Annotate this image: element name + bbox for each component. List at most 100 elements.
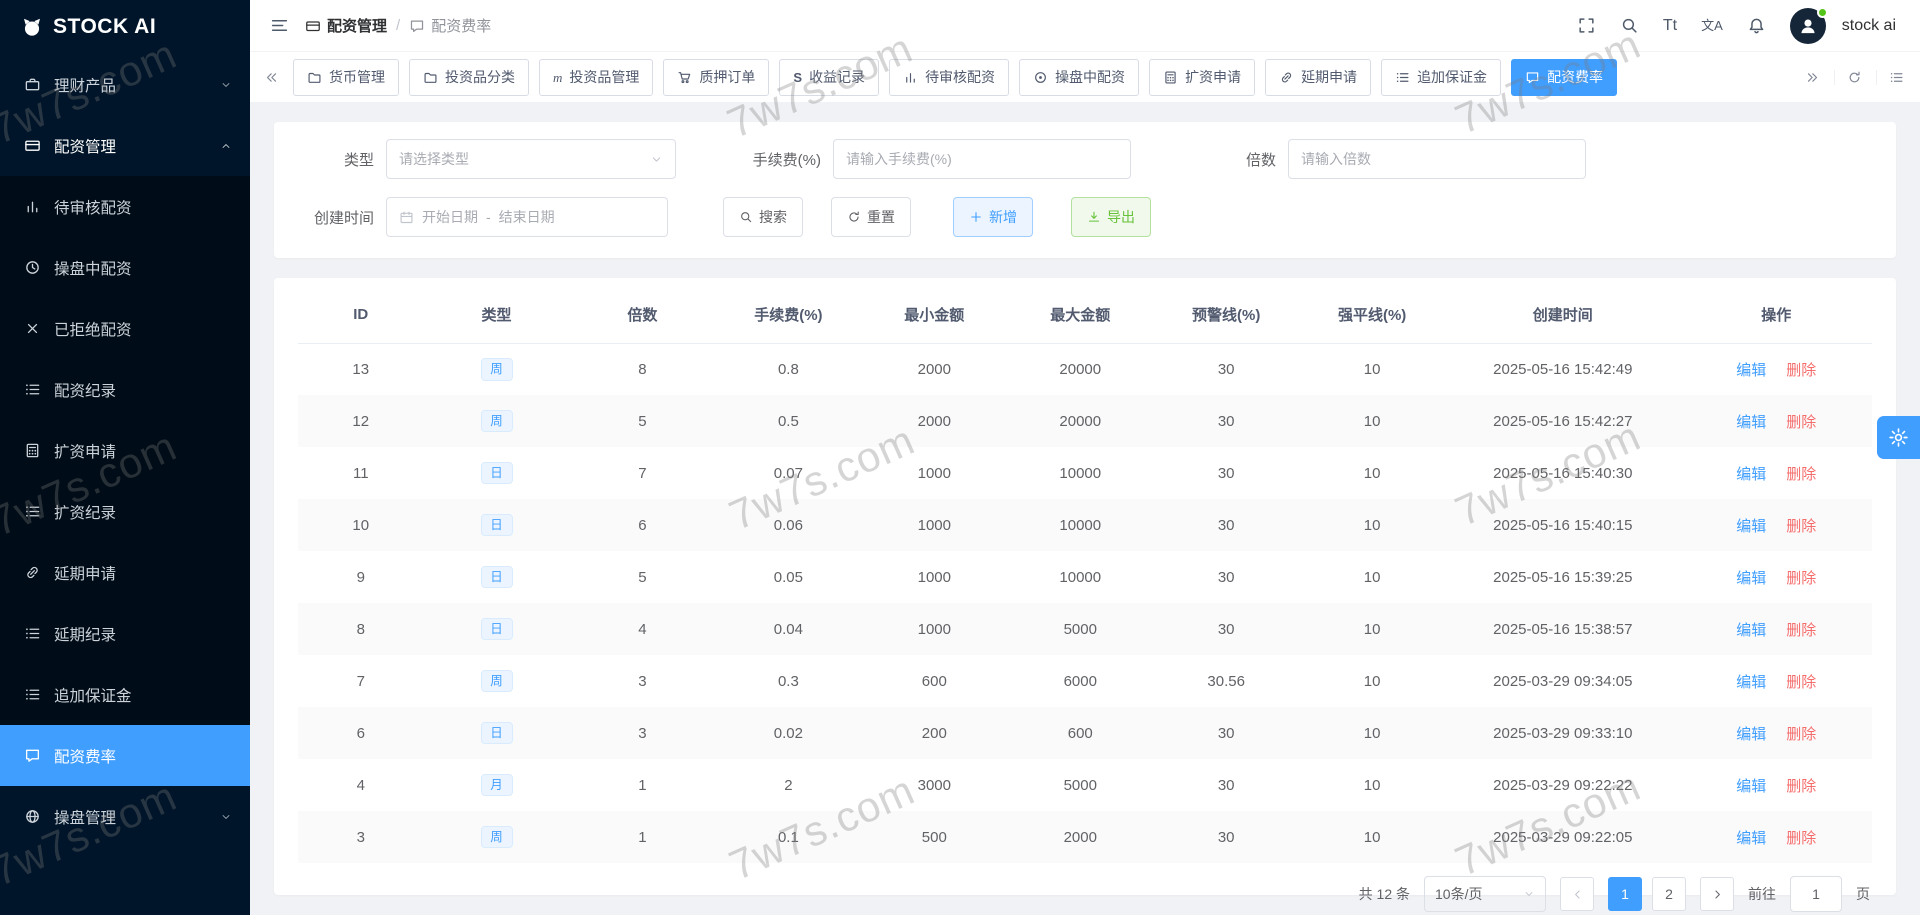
max-amount-cell: 6000 (1063, 672, 1097, 690)
actions-cell: 编辑 删除 (1680, 499, 1872, 551)
fee-input[interactable] (833, 139, 1131, 179)
reset-button-label: 重置 (867, 209, 895, 225)
delete-link[interactable]: 删除 (1786, 414, 1816, 431)
sidebar-item-allocation-management[interactable]: 配资管理 (0, 115, 250, 176)
breadcrumb-item[interactable]: 配资管理 (305, 15, 387, 36)
edit-link[interactable]: 编辑 (1736, 518, 1766, 535)
edit-link[interactable]: 编辑 (1736, 622, 1766, 639)
delete-link[interactable]: 删除 (1786, 518, 1816, 535)
actions-cell: 编辑 删除 (1680, 603, 1872, 655)
edit-link[interactable]: 编辑 (1736, 414, 1766, 431)
add-button[interactable]: 新增 (953, 197, 1033, 237)
tab-expand-application[interactable]: 扩资申请 (1149, 58, 1256, 96)
fee-cell: 0.5 (777, 412, 799, 430)
notification-button[interactable] (1747, 16, 1766, 35)
chevron-right-icon (1714, 890, 1720, 898)
sidebar-item-allocation-records[interactable]: 配资纪录 (0, 359, 250, 420)
delete-link[interactable]: 删除 (1786, 726, 1816, 743)
sidebar-item-extension-records[interactable]: 延期纪录 (0, 603, 250, 664)
translate-button[interactable]: 文A (1701, 19, 1723, 32)
close-line-cell: 10 (1363, 724, 1381, 742)
edit-link[interactable]: 编辑 (1736, 778, 1766, 795)
sidebar-item-allocation-rates[interactable]: 配资费率 (0, 725, 250, 786)
warning-line-cell: 30 (1217, 776, 1235, 794)
id-cell: 11 (352, 464, 369, 482)
breadcrumb-item[interactable]: 配资费率 (409, 15, 491, 36)
sidebar-item-rejected-allocation[interactable]: 已拒绝配资 (0, 298, 250, 359)
sidebar-item-expand-records[interactable]: 扩资纪录 (0, 481, 250, 542)
fullscreen-button[interactable] (1577, 16, 1596, 35)
tab-pending-allocation[interactable]: 待审核配资 (889, 58, 1010, 96)
close-icon (27, 323, 38, 334)
close-line-cell: 10 (1363, 828, 1381, 846)
sidebar-item-finance-products[interactable]: 理财产品 (0, 54, 250, 115)
created-time-cell: 2025-05-16 15:39:25 (1493, 568, 1633, 586)
tab-pledge-orders[interactable]: 质押订单 (663, 58, 770, 96)
search-button[interactable]: 搜索 (723, 197, 803, 237)
edit-link[interactable]: 编辑 (1736, 674, 1766, 691)
fee-cell: 0.02 (773, 724, 803, 742)
tabs-scroll-left-button[interactable] (260, 70, 283, 85)
tab-currency-management[interactable]: 货币管理 (293, 58, 399, 96)
header-search-button[interactable] (1620, 16, 1639, 35)
sidebar-item-label: 配资纪录 (54, 382, 117, 400)
goto-page-input[interactable] (1790, 876, 1842, 912)
sidebar-item-expand-application[interactable]: 扩资申请 (0, 420, 250, 481)
column-header: 类型 (423, 286, 570, 344)
delete-link[interactable]: 删除 (1786, 778, 1816, 795)
tab-label: 投资品分类 (445, 69, 515, 85)
delete-link[interactable]: 删除 (1786, 362, 1816, 379)
sidebar-item-trading-management[interactable]: 操盘管理 (0, 786, 250, 847)
edit-link[interactable]: 编辑 (1736, 726, 1766, 743)
tab-investment-category[interactable]: 投资品分类 (409, 58, 529, 96)
tabs-scroll-right-button[interactable] (1801, 70, 1824, 85)
delete-link[interactable]: 删除 (1786, 466, 1816, 483)
app-root: STOCK AI 理财产品 配资管理 待审核配资 操盘中配资 已拒绝配资 配资纪录 扩资申请… (0, 0, 1920, 915)
tabs-refresh-button[interactable] (1834, 69, 1866, 85)
tab-trading-allocation[interactable]: 操盘中配资 (1019, 58, 1140, 96)
table-panel: ID 类型 倍数 手续费(%) 最小金额 最大金额 预警线(%) 强平线(%) 创建时间 操作 1… (274, 278, 1896, 912)
delete-link[interactable]: 删除 (1786, 570, 1816, 587)
tab-label: 待审核配资 (925, 69, 996, 85)
main-area: 配资管理 / 配资费率 Tt 文A stock ai 货币管理 投资品分类 m … (250, 0, 1920, 915)
reset-button[interactable]: 重置 (831, 197, 911, 237)
sidebar-item-pending-allocation[interactable]: 待审核配资 (0, 176, 250, 237)
prev-page-button[interactable] (1560, 877, 1594, 911)
table-row: 7 周 3 0.3 600 6000 30.56 10 2025-03-29 09:34:05 编… (298, 655, 1872, 707)
tab-extension-application[interactable]: 延期申请 (1265, 58, 1372, 96)
edit-link[interactable]: 编辑 (1736, 362, 1766, 379)
tabs-menu-button[interactable] (1876, 69, 1908, 85)
multiple-input[interactable] (1288, 139, 1586, 179)
sidebar-item-extension-application[interactable]: 延期申请 (0, 542, 250, 603)
delete-link[interactable]: 删除 (1786, 674, 1816, 691)
page-button-2[interactable]: 2 (1652, 877, 1686, 911)
edit-link[interactable]: 编辑 (1736, 466, 1766, 483)
sidebar-item-margin-call[interactable]: 追加保证金 (0, 664, 250, 725)
multiple-cell: 3 (638, 724, 647, 742)
avatar[interactable] (1789, 6, 1828, 44)
page-button-1[interactable]: 1 (1608, 877, 1642, 911)
edit-link[interactable]: 编辑 (1736, 570, 1766, 587)
username[interactable]: stock ai (1842, 17, 1896, 35)
tab-label: 延期申请 (1301, 69, 1358, 85)
settings-fab[interactable] (1877, 416, 1920, 459)
id-cell: 12 (352, 412, 370, 430)
export-button[interactable]: 导出 (1071, 197, 1151, 237)
next-page-button[interactable] (1700, 877, 1734, 911)
tab-investment-management[interactable]: m 投资品管理 (539, 58, 654, 96)
type-select[interactable]: 请选择类型 (386, 139, 676, 179)
sidebar-item-trading-allocation[interactable]: 操盘中配资 (0, 237, 250, 298)
tab-income-records[interactable]: S 收益记录 (779, 58, 880, 96)
page-size-value: 10条/页 (1435, 886, 1483, 902)
table-body: 13 周 8 0.8 2000 20000 30 10 2025-05-16 15:42:49 编… (298, 343, 1872, 863)
delete-link[interactable]: 删除 (1786, 622, 1816, 639)
tab-margin-call[interactable]: 追加保证金 (1381, 58, 1502, 96)
edit-link[interactable]: 编辑 (1736, 830, 1766, 847)
font-size-button[interactable]: Tt (1663, 17, 1677, 34)
delete-link[interactable]: 删除 (1786, 830, 1816, 847)
chart-icon (906, 72, 915, 83)
page-size-select[interactable]: 10条/页 (1424, 876, 1546, 912)
date-range-picker[interactable]: 开始日期 - 结束日期 (386, 197, 668, 237)
tab-allocation-rates[interactable]: 配资费率 (1511, 58, 1618, 96)
sidebar-collapse-button[interactable] (270, 16, 289, 35)
